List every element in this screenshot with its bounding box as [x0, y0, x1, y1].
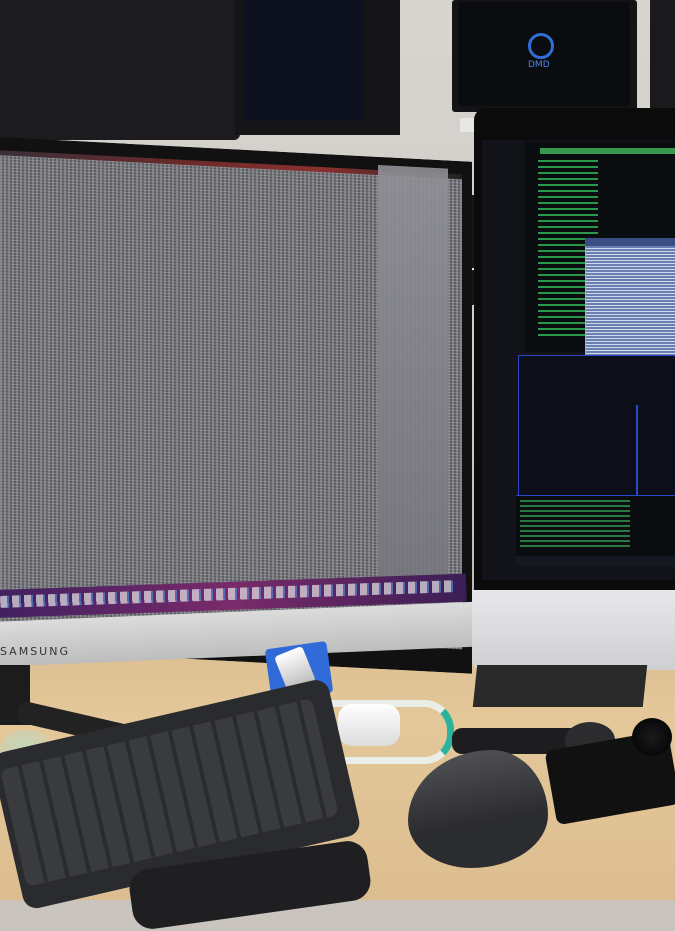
- terminal-title-bar: [540, 148, 675, 154]
- dmd-logo-icon: [528, 33, 554, 59]
- background-monitor-center-screen: [243, 0, 363, 120]
- main-monitor-side-panel: [378, 165, 448, 589]
- background-monitor-left: [0, 0, 240, 140]
- dmd-logo-text: DMD: [528, 60, 550, 70]
- terminal-pane-middle: [518, 355, 675, 502]
- background-monitor-right: [650, 0, 675, 110]
- mic-windscreen: [632, 718, 672, 756]
- airpods-case: [338, 704, 400, 746]
- terminal-status-bar: [516, 556, 675, 566]
- terminal-pane-divider: [636, 405, 638, 500]
- imac-chin: [472, 590, 675, 670]
- terminal-bottom-text: [520, 500, 630, 550]
- monitor-brand-label: SAMSUNG: [0, 645, 70, 658]
- floating-terminal-title-bar: [585, 238, 675, 246]
- imac-stand-foot: [472, 665, 648, 707]
